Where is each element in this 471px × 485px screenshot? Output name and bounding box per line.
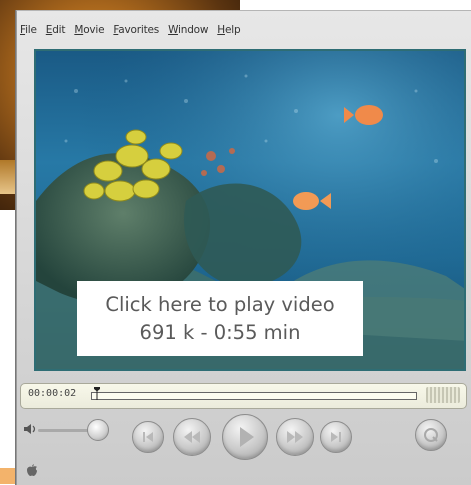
rewind-button[interactable]: [173, 418, 211, 456]
back-to-start-icon: [143, 432, 153, 442]
scrub-track[interactable]: [91, 392, 417, 400]
rewind-icon: [184, 431, 200, 443]
menu-window[interactable]: Window: [168, 24, 208, 36]
transport-controls: [17, 411, 471, 485]
fast-forward-button[interactable]: [276, 418, 314, 456]
fast-forward-icon: [287, 431, 303, 443]
play-button[interactable]: [222, 414, 268, 460]
quicktime-logo-icon: [424, 428, 438, 442]
play-video-overlay[interactable]: Click here to play video 691 k - 0:55 mi…: [77, 281, 363, 356]
timeline-bar: 00:00:02: [20, 383, 467, 409]
volume-slider-track[interactable]: [38, 429, 94, 432]
video-frame[interactable]: Click here to play video 691 k - 0:55 mi…: [34, 49, 466, 371]
overlay-line-1: Click here to play video: [105, 292, 335, 316]
playhead-handle[interactable]: [94, 387, 101, 400]
overlay-line-2: 691 k - 0:55 min: [139, 320, 301, 344]
menu-favorites[interactable]: Favorites: [113, 24, 159, 36]
menu-file[interactable]: File: [20, 24, 37, 36]
back-to-start-button[interactable]: [132, 421, 164, 453]
menu-help[interactable]: Help: [217, 24, 240, 36]
go-to-end-button[interactable]: [320, 421, 352, 453]
volume-slider-knob[interactable]: [87, 419, 109, 441]
quicktime-logo-button[interactable]: [415, 419, 447, 451]
apple-logo-icon: [27, 464, 37, 476]
quicktime-player-window: File Edit Movie Favorites Window Help Cl…: [16, 10, 471, 485]
go-to-end-icon: [331, 432, 341, 442]
timecode-display: 00:00:02: [28, 388, 77, 399]
menu-bar: File Edit Movie Favorites Window Help: [17, 17, 471, 43]
menu-edit[interactable]: Edit: [46, 24, 66, 36]
menu-movie[interactable]: Movie: [74, 24, 104, 36]
resize-grip[interactable]: [426, 387, 460, 403]
play-icon: [240, 427, 254, 447]
